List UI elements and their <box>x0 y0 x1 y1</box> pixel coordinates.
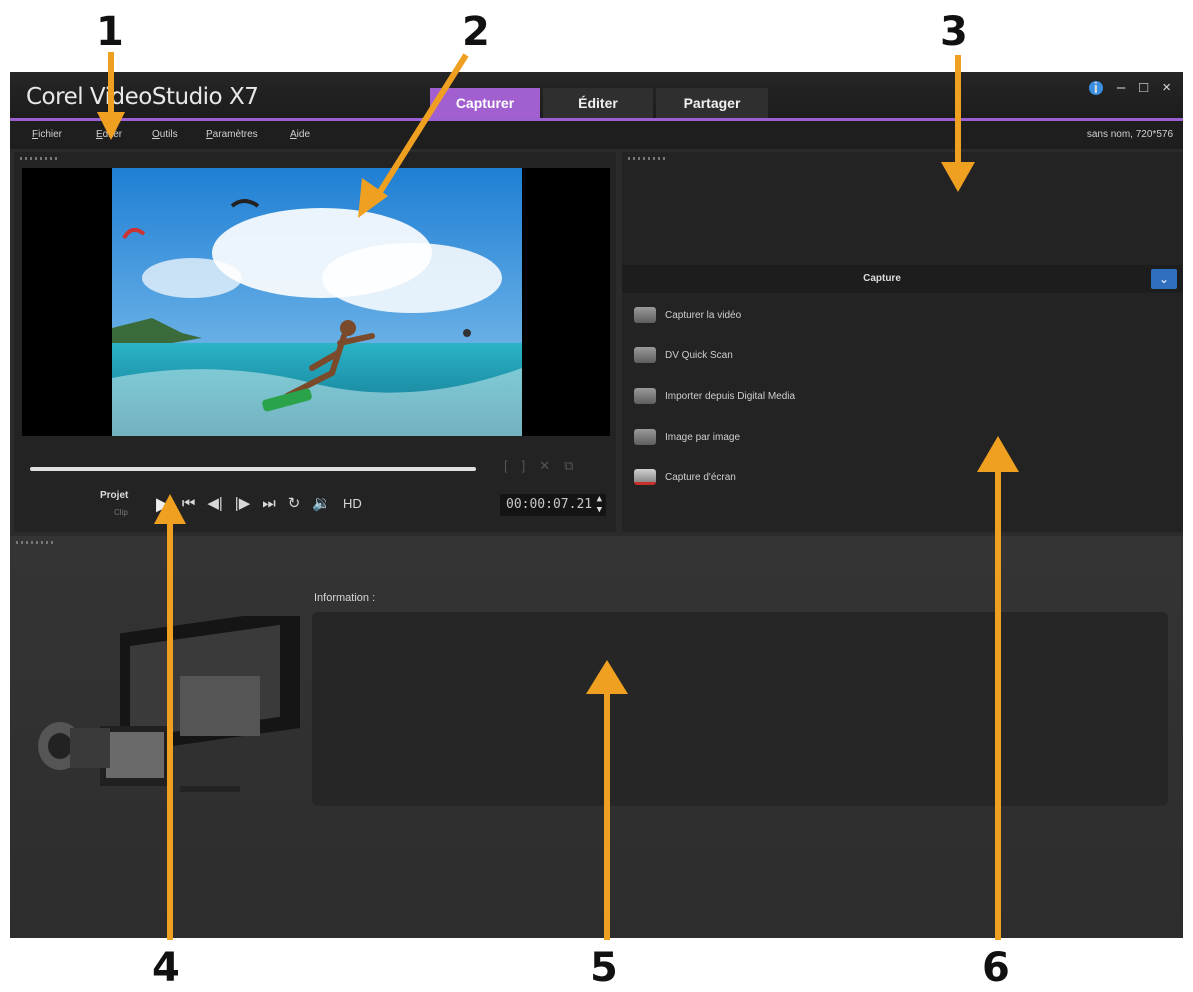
menu-parametres[interactable]: Paramètres <box>206 129 258 140</box>
menu-outils[interactable]: Outils <box>152 129 178 140</box>
library-panel: Capture ⌄ Capturer la vidéo DV Quick Sca… <box>622 152 1183 532</box>
information-label: Information : <box>314 592 376 604</box>
playback-controls: ▶ ⏮ ◀| |▶ ⏭ ↻ 🔉 HD <box>156 494 362 514</box>
info-icon[interactable]: i <box>1088 81 1103 97</box>
repeat-icon[interactable]: ↻ <box>288 494 301 514</box>
tab-editer[interactable]: Éditer <box>543 88 653 118</box>
enlarge-icon[interactable]: ⧉ <box>564 458 573 474</box>
window-controls: i – □ × <box>1088 80 1171 97</box>
clip-mode-label[interactable]: Clip <box>114 508 128 517</box>
tab-capturer[interactable]: Capturer <box>430 88 540 118</box>
player-panel: [ ] ✕ ⧉ Projet Clip ▶ ⏮ ◀| |▶ ⏭ ↻ 🔉 HD 0… <box>14 152 616 532</box>
app-window: Corel VideoStudio X7 Capturer Éditer Par… <box>10 72 1183 938</box>
disc-camera-icon <box>634 388 656 404</box>
capture-option-stop-motion[interactable]: Image par image <box>634 425 740 449</box>
split-icon[interactable]: ✕ <box>539 458 550 474</box>
capture-title: Capture <box>863 273 901 284</box>
annotation-number-5: 5 <box>590 945 618 991</box>
chevron-down-icon[interactable]: ⌄ <box>1151 269 1177 289</box>
capture-option-label: Image par image <box>665 431 741 443</box>
dv-camera-icon <box>634 347 656 363</box>
app-title: Corel VideoStudio X7 <box>26 84 259 110</box>
trim-markers: [ ] ✕ ⧉ <box>504 458 573 474</box>
timecode-field[interactable]: 00:00:07.21 ▲ ▼ <box>500 494 606 516</box>
capture-option-screen[interactable]: Capture d'écran <box>634 465 736 489</box>
volume-icon[interactable]: 🔉 <box>312 494 331 514</box>
capture-option-dv-quick-scan[interactable]: DV Quick Scan <box>634 343 733 367</box>
panel-grip[interactable] <box>16 541 56 544</box>
preview-window <box>22 168 610 436</box>
go-to-end-icon[interactable]: ⏭ <box>262 494 276 514</box>
timecode-value: 00:00:07.21 <box>506 497 593 512</box>
annotation-number-4: 4 <box>152 945 180 991</box>
maximize-icon[interactable]: □ <box>1139 80 1148 96</box>
close-icon[interactable]: × <box>1162 80 1171 96</box>
annotation-number-2: 2 <box>462 9 490 55</box>
next-frame-icon[interactable]: |▶ <box>235 494 250 514</box>
panel-grip[interactable] <box>20 157 60 160</box>
tab-partager[interactable]: Partager <box>656 88 768 118</box>
capture-header: Capture ⌄ <box>622 265 1183 293</box>
scrubber-track[interactable] <box>30 467 476 471</box>
capture-devices-illustration <box>38 616 300 792</box>
hd-preview-button[interactable]: HD <box>343 494 362 514</box>
project-mode-label[interactable]: Projet <box>100 490 128 501</box>
video-camera-icon <box>634 307 656 323</box>
annotation-number-1: 1 <box>96 9 124 55</box>
capture-option-label: Capturer la vidéo <box>665 309 742 321</box>
panel-grip[interactable] <box>628 157 668 160</box>
menu-aide[interactable]: Aide <box>290 129 310 140</box>
menu-bar: Fichier Editer Outils Paramètres Aide sa… <box>10 121 1183 149</box>
workspace-tabs: Capturer Éditer Partager <box>430 88 771 118</box>
previous-frame-icon[interactable]: ◀| <box>207 494 222 514</box>
menu-editer[interactable]: Editer <box>96 129 122 140</box>
capture-option-import-digital-media[interactable]: Importer depuis Digital Media <box>634 384 795 408</box>
timecode-stepper-icon[interactable]: ▲ ▼ <box>597 494 602 516</box>
stop-motion-icon <box>634 429 656 445</box>
go-to-start-icon[interactable]: ⏮ <box>182 494 196 514</box>
mark-in-icon[interactable]: [ <box>504 458 508 474</box>
project-properties: sans nom, 720*576 <box>1086 129 1173 140</box>
menu-fichier[interactable]: Fichier <box>32 129 62 140</box>
preview-image <box>112 168 522 436</box>
capture-option-label: Importer depuis Digital Media <box>665 390 796 402</box>
screen-capture-icon <box>634 469 656 485</box>
minimize-icon[interactable]: – <box>1117 80 1125 96</box>
capture-option-video[interactable]: Capturer la vidéo <box>634 303 741 327</box>
mark-out-icon[interactable]: ] <box>522 458 526 474</box>
capture-option-label: DV Quick Scan <box>665 349 733 361</box>
information-panel: Information : <box>10 536 1183 938</box>
capture-option-label: Capture d'écran <box>665 471 736 483</box>
annotation-number-6: 6 <box>982 945 1010 991</box>
play-icon[interactable]: ▶ <box>156 494 170 514</box>
information-box <box>312 612 1168 806</box>
title-bar: Corel VideoStudio X7 Capturer Éditer Par… <box>10 72 1183 118</box>
annotation-number-3: 3 <box>940 9 968 55</box>
